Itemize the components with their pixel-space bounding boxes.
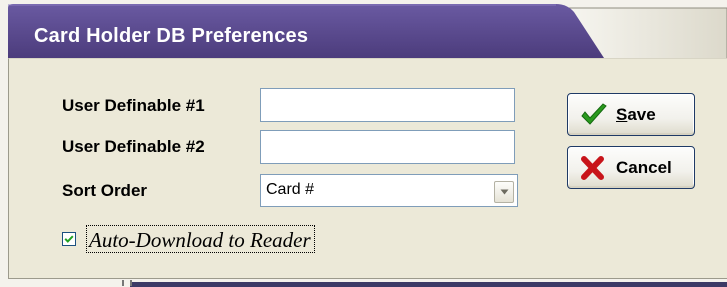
window-title: Card Holder DB Preferences — [34, 25, 309, 47]
sort-order-value: Card # — [266, 181, 315, 198]
sort-order-select[interactable]: Card # — [260, 174, 518, 207]
chevron-down-icon — [500, 189, 508, 195]
user-definable-1-label: User Definable #1 — [62, 96, 205, 115]
save-button-label: Save — [616, 105, 656, 124]
sort-order-dropdown-button[interactable] — [494, 181, 514, 203]
checkmark-icon — [64, 235, 74, 243]
auto-download-label[interactable]: Auto-Download to Reader — [86, 225, 315, 253]
auto-download-checkbox[interactable] — [62, 232, 76, 246]
user-definable-2-label: User Definable #2 — [62, 137, 205, 156]
x-mark-icon — [581, 156, 604, 180]
cancel-button[interactable]: Cancel — [567, 146, 695, 189]
user-definable-1-input[interactable] — [260, 88, 515, 122]
window-bottom-edge — [0, 279, 727, 287]
sort-order-label: Sort Order — [62, 181, 148, 200]
user-definable-2-input[interactable] — [260, 130, 515, 164]
save-button[interactable]: Save — [567, 93, 695, 136]
checkmark-icon — [581, 103, 607, 125]
cancel-button-label: Cancel — [616, 158, 672, 177]
